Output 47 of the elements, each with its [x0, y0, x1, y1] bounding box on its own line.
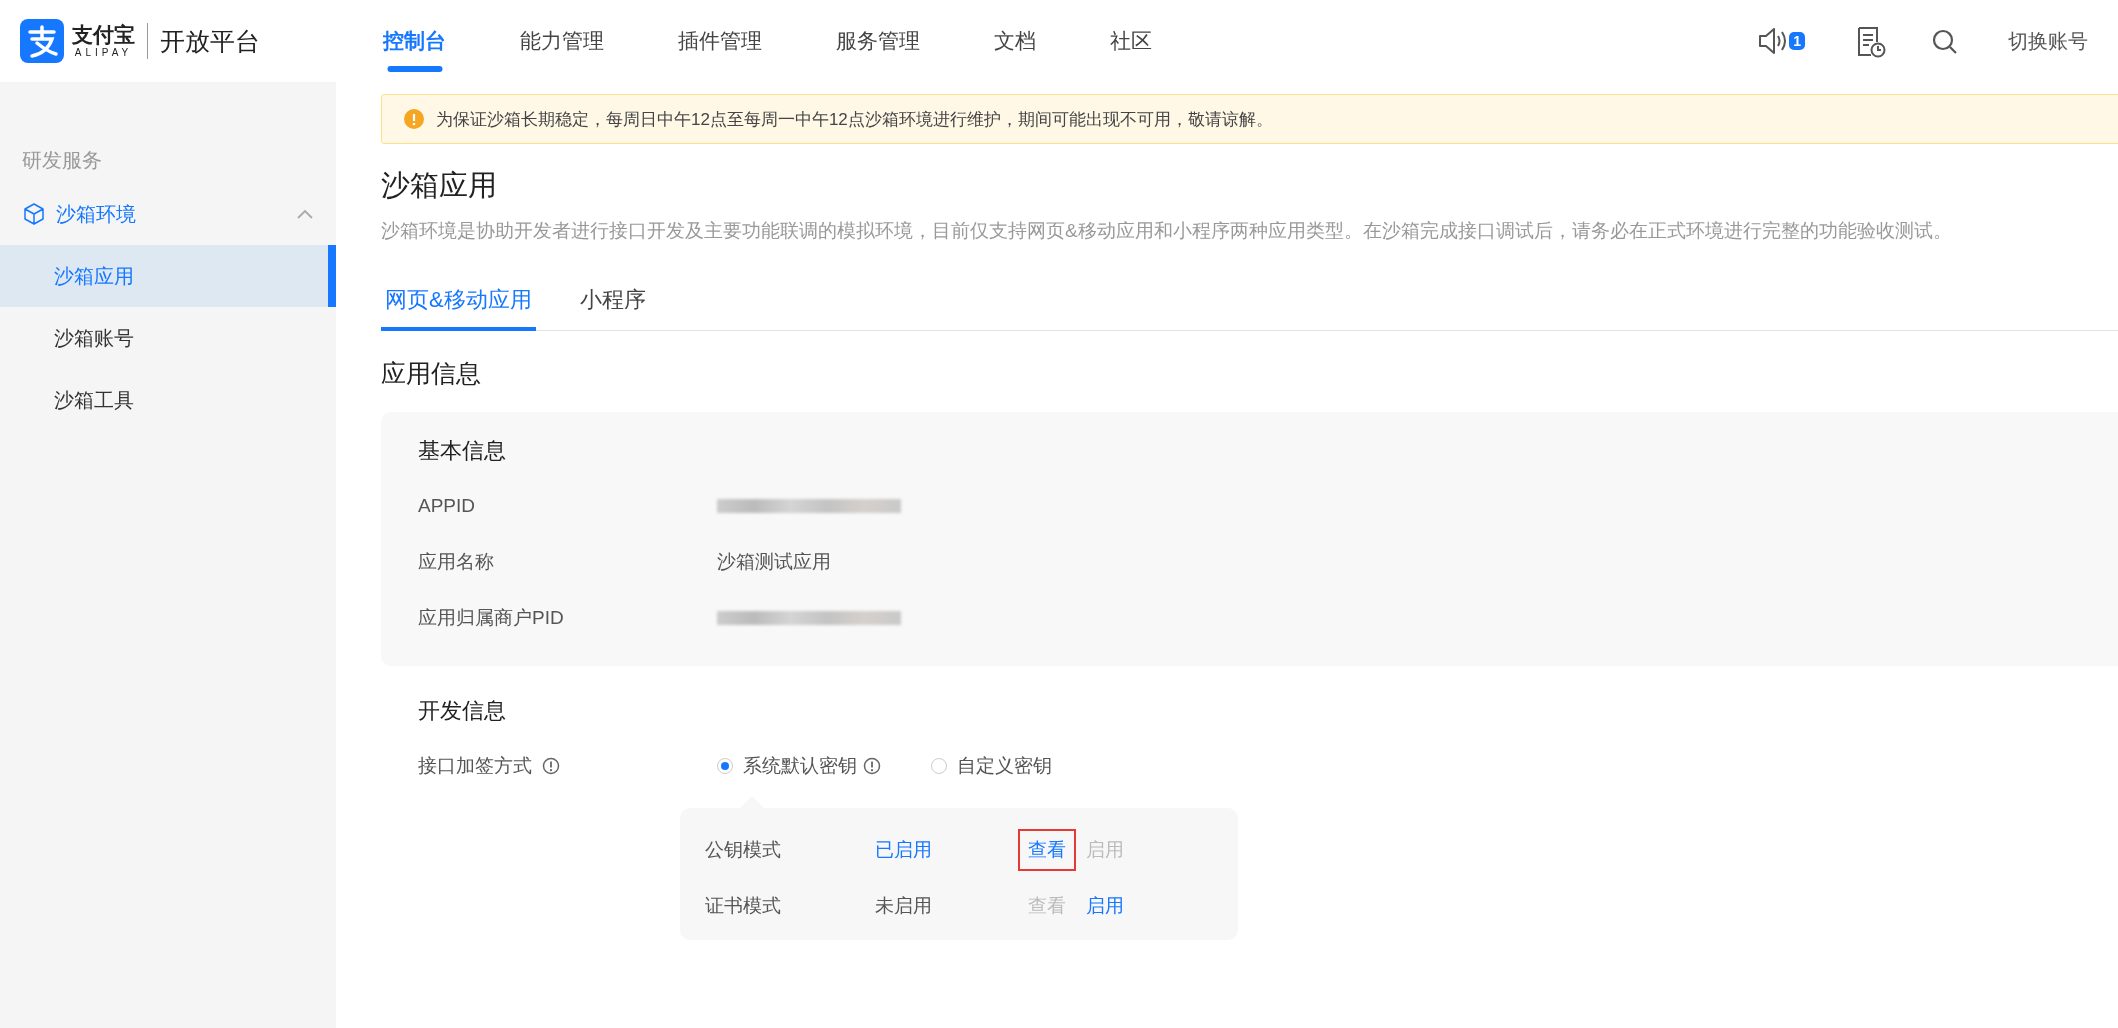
search-icon[interactable] [1931, 27, 1958, 55]
switch-account-link[interactable]: 切换账号 [2008, 27, 2088, 55]
brand-subtitle: ALIPAY [74, 48, 133, 58]
tab[interactable]: 网页&移动应用 [381, 272, 536, 331]
action-link[interactable]: 启用 [1078, 887, 1132, 925]
nav-tab[interactable]: 服务管理 [811, 0, 945, 82]
nav-tab[interactable]: 社区 [1085, 0, 1177, 82]
mode-name: 证书模式 [705, 894, 782, 918]
brand-name: 支付宝 [72, 24, 135, 45]
notification-badge: 1 [1789, 32, 1805, 50]
section-title: 应用信息 [381, 358, 482, 389]
platform-title: 开放平台 [160, 25, 260, 57]
radio-option[interactable]: 自定义密钥 [931, 753, 1052, 779]
notice-text: 为保证沙箱长期稳定，每周日中午12点至每周一中午12点沙箱环境进行维护，期间可能出现不可用，敬请谅解。 [436, 108, 1273, 131]
document-clock-icon[interactable] [1855, 24, 1886, 58]
warning-icon [404, 109, 424, 129]
mode-name: 公钥模式 [705, 838, 782, 862]
cube-icon [22, 202, 46, 226]
nav-tab[interactable]: 能力管理 [495, 0, 629, 82]
tab[interactable]: 小程序 [575, 272, 650, 331]
action-link[interactable]: 查看 [1020, 831, 1074, 869]
alipay-logo-icon [20, 19, 64, 63]
sidebar-item[interactable]: 沙箱账号 [0, 307, 336, 369]
radio-button[interactable] [717, 758, 733, 774]
field-value: 沙箱测试应用 [717, 550, 831, 574]
section-subtitle: 开发信息 [418, 697, 507, 725]
nav-tab[interactable]: 插件管理 [653, 0, 787, 82]
card-title: 基本信息 [418, 437, 507, 465]
page-title: 沙箱应用 [381, 168, 498, 203]
radio-button[interactable] [931, 758, 947, 774]
sidebar-group[interactable]: 沙箱环境 [0, 183, 336, 245]
page-description: 沙箱环境是协助开发者进行接口开发及主要功能联调的模拟环境，目前仅支持网页&移动应用和小程序两种应用类型。在沙箱完成接口调试后，请务必在正式环境进行完整的功能验收测试。 [381, 219, 1953, 243]
field-label: 应用归属商户PID [418, 606, 565, 630]
radio-label: 系统默认密钥 [743, 754, 857, 778]
field-label: 应用名称 [418, 550, 495, 574]
sidebar-section-title: 研发服务 [21, 148, 103, 173]
speaker-icon[interactable] [1757, 25, 1788, 57]
radio-option[interactable]: 系统默认密钥 [717, 753, 881, 779]
nav-tab[interactable]: 文档 [969, 0, 1061, 82]
radio-label: 自定义密钥 [957, 754, 1052, 778]
nav-tab[interactable]: 控制台 [358, 0, 471, 82]
sidebar-item[interactable]: 沙箱工具 [0, 369, 336, 431]
info-icon [542, 757, 560, 775]
mode-status: 未启用 [875, 894, 933, 918]
field-label: APPID [418, 495, 477, 517]
field-label: 接口加签方式 [418, 754, 532, 778]
mode-status: 已启用 [875, 838, 933, 862]
